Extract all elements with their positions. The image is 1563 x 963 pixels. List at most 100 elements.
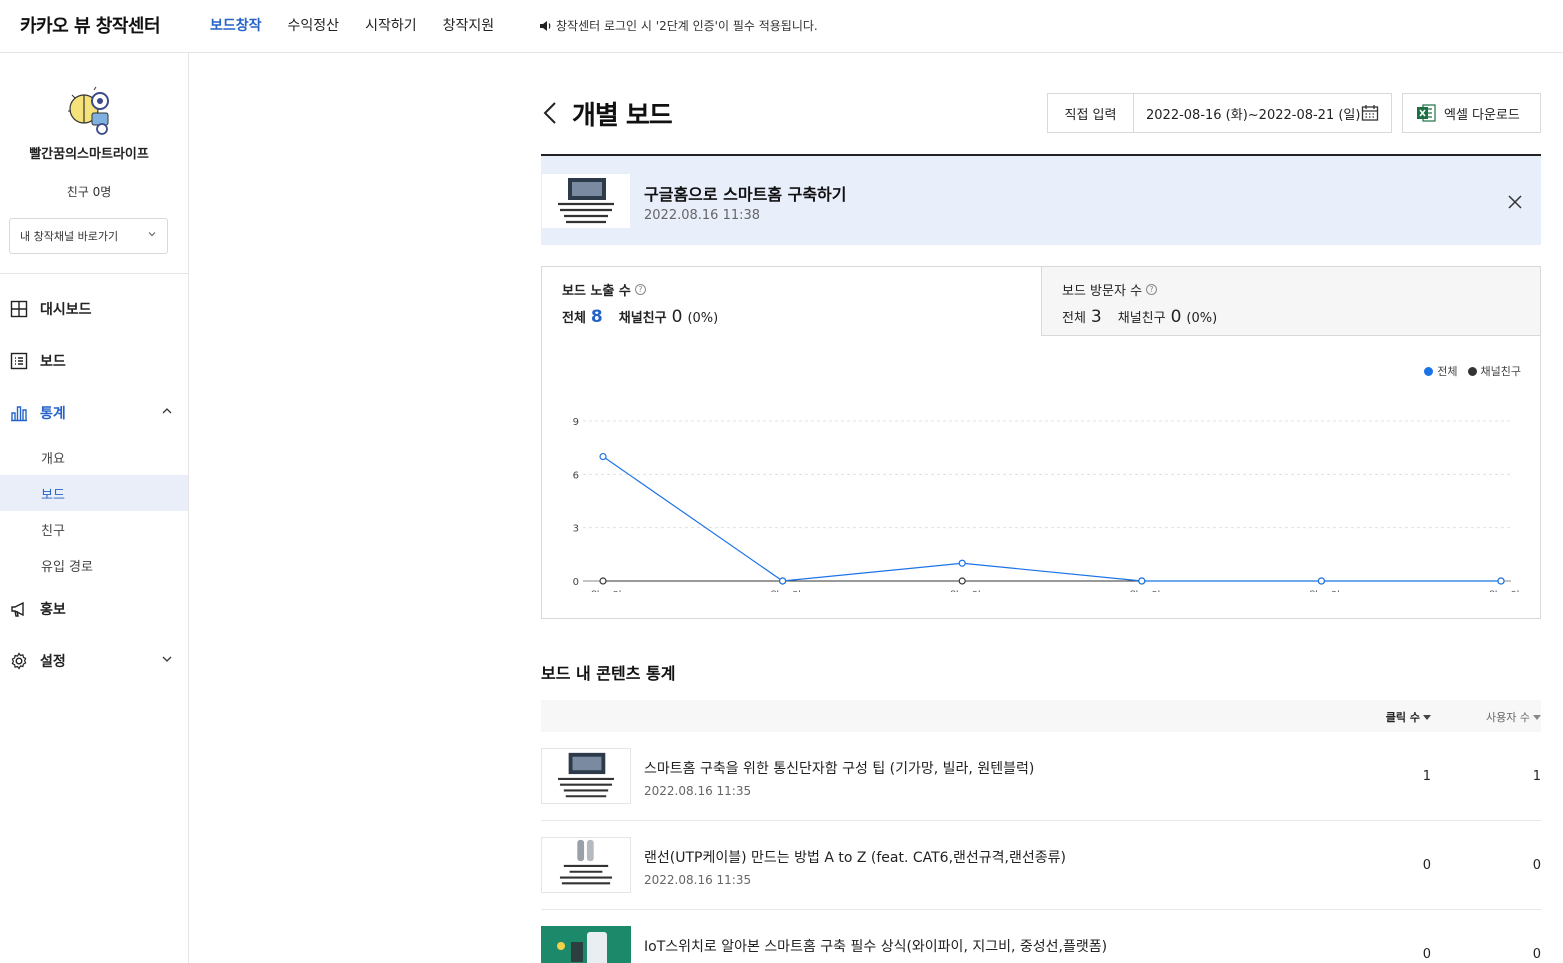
stats-card: 보드 노출 수 ? 전체 8 채널친구 0 (0%) 보드 방문자 수 ? 전체…: [541, 266, 1541, 619]
content-rows: 스마트홈 구축을 위한 통신단자함 구성 팁 (기가망, 빌라, 원텐블럭) 2…: [541, 732, 1541, 963]
chevron-down-icon: [162, 656, 172, 662]
channel-select[interactable]: 내 창작채널 바로가기: [9, 218, 168, 254]
legend-dot-friends: [1467, 367, 1477, 376]
content-users: 0: [1532, 947, 1541, 962]
content-clicks: 1: [1422, 769, 1431, 784]
visitors-values: 전체 3 채널친구 0 (0%): [1062, 307, 1520, 327]
legend-label-total: 전체: [1437, 365, 1458, 378]
nav-board-create[interactable]: 보드창작: [210, 15, 262, 35]
page-header: 개별 보드 직접 입력 2022-08-16 (화)~2022-08-21 (일…: [541, 93, 1541, 135]
date-mode-button[interactable]: 직접 입력: [1048, 94, 1134, 132]
tab-visitors[interactable]: 보드 방문자 수 ? 전체 3 채널친구 0 (0%): [1041, 267, 1540, 336]
content-users: 0: [1532, 858, 1541, 873]
table-row[interactable]: 스마트홈 구축을 위한 통신단자함 구성 팁 (기가망, 빌라, 원텐블럭) 2…: [541, 732, 1541, 821]
excel-icon: [1417, 104, 1436, 122]
brand-logo[interactable]: 카카오 뷰 창작센터: [20, 12, 161, 38]
sidebar-item-stats[interactable]: 통계: [0, 387, 188, 439]
data-point-total: [1317, 577, 1326, 585]
chevron-up-icon: [162, 408, 172, 414]
board-date: 2022.08.16 11:38: [644, 208, 761, 223]
notice-text: 창작센터 로그인 시 '2단계 인증'이 필수 적용됩니다.: [556, 19, 818, 33]
profile-name: 빨간꿈의스마트라이프: [29, 147, 149, 162]
content-thumbnail: [541, 837, 631, 893]
sort-users-button[interactable]: 사용자 수: [1486, 709, 1541, 725]
legend-label-friends: 채널친구: [1480, 365, 1521, 378]
sidebar: 빨간꿈의스마트라이프 친구 0명 내 창작채널 바로가기 대시보드 보드 통계 …: [0, 53, 189, 963]
data-point-total: [1497, 577, 1505, 585]
content-clicks: 0: [1422, 947, 1431, 962]
layout-icon: [10, 300, 28, 318]
gear-icon: [11, 652, 27, 670]
sidebar-subitem-board[interactable]: 보드: [0, 475, 188, 511]
date-range-text: 2022-08-16 (화)~2022-08-21 (일): [1146, 107, 1361, 123]
content-thumbnail: [541, 926, 631, 963]
content-thumbnail: [541, 748, 631, 804]
selected-board-banner: 구글홈으로 스마트홈 구축하기 2022.08.16 11:38: [541, 154, 1541, 245]
chevron-down-icon: [148, 232, 156, 237]
close-icon[interactable]: [1507, 194, 1523, 210]
sidebar-item-dashboard[interactable]: 대시보드: [0, 283, 188, 335]
nav-getting-started[interactable]: 시작하기: [365, 15, 417, 35]
sort-clicks-button[interactable]: 클릭 수: [1386, 709, 1431, 725]
x-tick-label: 8월20일: [1303, 590, 1341, 592]
x-tick-label: 8월17일: [764, 590, 802, 592]
legend-item-friends[interactable]: 채널친구: [1467, 363, 1521, 379]
visitors-total-value: 3: [1090, 307, 1102, 327]
visitors-friends-pct: (0%): [1186, 311, 1218, 326]
excel-download-label: 엑셀 다운로드: [1444, 107, 1520, 123]
sort-down-icon: [1533, 715, 1541, 720]
date-filter: 직접 입력 2022-08-16 (화)~2022-08-21 (일): [1047, 93, 1392, 133]
y-tick-label: 3: [573, 524, 579, 535]
visitors-friends-value: 0: [1170, 307, 1182, 327]
x-tick-label: 8월18일: [943, 590, 981, 592]
sort-down-icon: [1423, 715, 1431, 720]
sidebar-subitem-overview[interactable]: 개요: [0, 439, 188, 475]
date-range-picker[interactable]: 2022-08-16 (화)~2022-08-21 (일): [1134, 94, 1391, 132]
back-arrow-icon[interactable]: [541, 101, 559, 125]
visitors-friends-label: 채널친구: [1117, 311, 1166, 326]
board-title: 구글홈으로 스마트홈 구축하기: [644, 185, 847, 204]
nav-revenue[interactable]: 수익정산: [288, 15, 340, 35]
content-users: 1: [1532, 769, 1541, 784]
x-tick-label: 8월21일: [1482, 590, 1520, 592]
chart-legend: 전체 채널친구: [1424, 363, 1521, 379]
nav-support[interactable]: 창작지원: [443, 15, 495, 35]
sidebar-subitem-traffic[interactable]: 유입 경로: [0, 547, 188, 583]
content-title: IoT스위치로 알아본 스마트홈 구축 필수 상식(와이파이, 지그비, 중성선…: [644, 939, 1108, 955]
x-tick-label: 8월16일: [584, 590, 622, 592]
data-point-total: [779, 577, 787, 585]
sidebar-item-label: 통계: [40, 406, 66, 422]
tab-exposure[interactable]: 보드 노출 수 ? 전체 8 채널친구 0 (0%): [542, 267, 1041, 336]
y-tick-label: 9: [573, 417, 579, 428]
visitors-label-row: 보드 방문자 수 ?: [1062, 280, 1520, 299]
channel-select-label: 내 창작채널 바로가기: [20, 230, 119, 243]
sidebar-item-settings[interactable]: 설정: [0, 635, 188, 687]
exposure-values: 전체 8 채널친구 0 (0%): [562, 307, 1021, 327]
exposure-total-label: 전체: [562, 311, 586, 326]
col-clicks-label: 클릭 수: [1385, 711, 1420, 724]
sidebar-subitem-friends[interactable]: 친구: [0, 511, 188, 547]
sidebar-item-label: 대시보드: [40, 302, 92, 318]
profile-section: 빨간꿈의스마트라이프 친구 0명 내 창작채널 바로가기: [0, 53, 188, 274]
table-row[interactable]: 랜선(UTP케이블) 만드는 방법 A to Z (feat. CAT6,랜선규…: [541, 821, 1541, 910]
data-point-total: [958, 559, 966, 567]
help-icon[interactable]: ?: [1146, 284, 1158, 295]
legend-item-total[interactable]: 전체: [1424, 363, 1458, 379]
notice-banner[interactable]: 창작센터 로그인 시 '2단계 인증'이 필수 적용됩니다.: [539, 17, 818, 34]
content-date: 2022.08.16 11:35: [644, 873, 752, 887]
line-chart: 0 3 6 9 8월16일 8월17일 8월18일 8월19일 8월20일 8월21일: [573, 417, 1520, 592]
top-nav: 보드창작 수익정산 시작하기 창작지원: [210, 15, 520, 35]
data-point-total: [599, 452, 607, 461]
help-icon[interactable]: ?: [634, 284, 646, 295]
sidebar-item-board[interactable]: 보드: [0, 335, 188, 387]
table-row[interactable]: IoT스위치로 알아본 스마트홈 구축 필수 상식(와이파이, 지그비, 중성선…: [541, 910, 1541, 963]
content-table-header: 클릭 수 사용자 수: [541, 700, 1541, 732]
avatar[interactable]: [62, 83, 118, 139]
excel-download-button[interactable]: 엑셀 다운로드: [1402, 93, 1541, 133]
data-point-friends: [599, 577, 607, 585]
content-title: 랜선(UTP케이블) 만드는 방법 A to Z (feat. CAT6,랜선규…: [644, 850, 1066, 866]
content-title: 스마트홈 구축을 위한 통신단자함 구성 팁 (기가망, 빌라, 원텐블럭): [644, 761, 1035, 777]
sidebar-menu: 대시보드 보드 통계 개요 보드 친구 유입 경로 홍보 설정: [0, 283, 188, 687]
calendar-icon: [1361, 105, 1379, 121]
sidebar-item-promotion[interactable]: 홍보: [0, 583, 188, 635]
